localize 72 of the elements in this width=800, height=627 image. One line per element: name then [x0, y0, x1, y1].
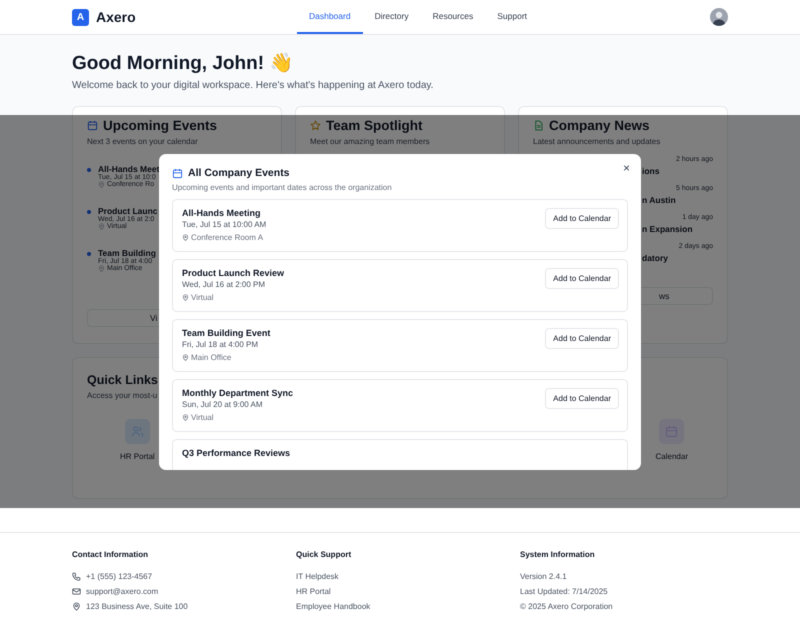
calendar-icon [172, 168, 183, 178]
calendar-icon[interactable] [659, 419, 684, 444]
add-to-calendar-button[interactable]: Add to Calendar [545, 328, 619, 349]
quick-link-label[interactable]: HR Portal [120, 452, 155, 461]
star-icon [310, 120, 321, 131]
event-dot [87, 210, 91, 214]
event-location: Conference Room A [191, 233, 264, 242]
nav-tab[interactable]: Support [485, 0, 540, 34]
brand-name[interactable]: Axero [96, 9, 136, 25]
location-pin-icon [98, 181, 105, 188]
card-title: Upcoming Events [103, 118, 218, 133]
dialog-title: All Company Events [188, 167, 290, 179]
location-pin-icon [182, 294, 189, 301]
event-time: Sun, Jul 20 at 9:00 AM [182, 400, 264, 409]
nav-tab[interactable]: Directory [362, 0, 421, 34]
event-dot [87, 168, 91, 172]
calendar-icon [87, 120, 98, 131]
footer-link[interactable]: IT Helpdesk [296, 572, 339, 581]
card-subtitle: Latest announcements and updates [533, 137, 660, 146]
card-subtitle: Access your most-u [87, 391, 158, 400]
people-icon[interactable] [124, 419, 150, 444]
footer-link[interactable]: Employee Handbook [296, 602, 370, 611]
footer-heading: Quick Support [296, 550, 352, 559]
add-to-calendar-button[interactable]: Add to Calendar [545, 208, 619, 229]
footer-text: 123 Business Ave, Suite 100 [86, 602, 188, 611]
footer-heading: System Information [520, 550, 596, 559]
logo-mark[interactable]: A [72, 8, 89, 26]
card-title: Quick Links [87, 373, 159, 387]
footer-text: +1 (555) 123-4567 [86, 572, 152, 581]
close-button[interactable]: × [620, 161, 632, 175]
location-pin-icon [182, 234, 189, 241]
add-to-calendar-button[interactable]: Add to Calendar [545, 388, 619, 409]
card-title: Company News [549, 118, 650, 133]
event-time: Wed, Jul 16 at 2:00 PM [182, 280, 266, 289]
location-pin-icon [98, 265, 105, 272]
event-title: Q3 Performance Reviews [182, 448, 290, 458]
card-subtitle: Meet our amazing team members [310, 137, 430, 146]
location-pin-icon [182, 354, 189, 361]
add-to-calendar-button[interactable]: Add to Calendar [545, 268, 619, 289]
nav-tab[interactable]: Resources [420, 0, 486, 34]
dialog-subtitle: Upcoming events and important dates across the organization [172, 183, 393, 192]
mail-icon [72, 587, 81, 596]
quick-link-label[interactable]: Calendar [656, 452, 688, 461]
card-subtitle: Next 3 events on your calendar [87, 137, 198, 146]
footer-text: support@axero.com [86, 587, 158, 596]
footer-link[interactable]: HR Portal [296, 587, 331, 596]
event-title: Team Building Event [182, 328, 270, 338]
location-pin-icon [98, 223, 105, 230]
event-title: All-Hands Meeting [182, 208, 262, 218]
phone-icon [72, 572, 81, 581]
footer-text: Version 2.4.1 [520, 572, 567, 581]
event-time: Tue, Jul 15 at 10:00 AM [182, 220, 266, 229]
avatar-icon[interactable] [710, 8, 728, 26]
location-pin-icon [72, 602, 81, 611]
card-title: Team Spotlight [326, 118, 422, 133]
event-title: Monthly Department Sync [182, 388, 294, 398]
document-icon [533, 120, 544, 131]
event-time: Fri, Jul 18 at 4:00 PM [182, 340, 260, 349]
event-location: Virtual [191, 293, 214, 302]
event-location: Virtual [191, 413, 214, 422]
event-title[interactable]: Product Launc [98, 206, 158, 216]
event-title: Product Launch Review [182, 268, 284, 278]
greeting-subtitle: Welcome back to your digital workspace. Here's what's happening at Axero today. [72, 80, 434, 91]
location-pin-icon [182, 414, 189, 421]
footer-text: © 2025 Axero Corporation [520, 602, 613, 611]
event-dot [87, 252, 91, 256]
footer-text: Last Updated: 7/14/2025 [520, 587, 608, 596]
greeting-title: Good Morning, John! 👋 [72, 52, 294, 76]
event-location: Main Office [191, 353, 232, 362]
event-title[interactable]: Team Building [98, 248, 156, 258]
event-title[interactable]: All-Hands Meet [98, 164, 160, 174]
footer-heading: Contact Information [72, 550, 149, 559]
